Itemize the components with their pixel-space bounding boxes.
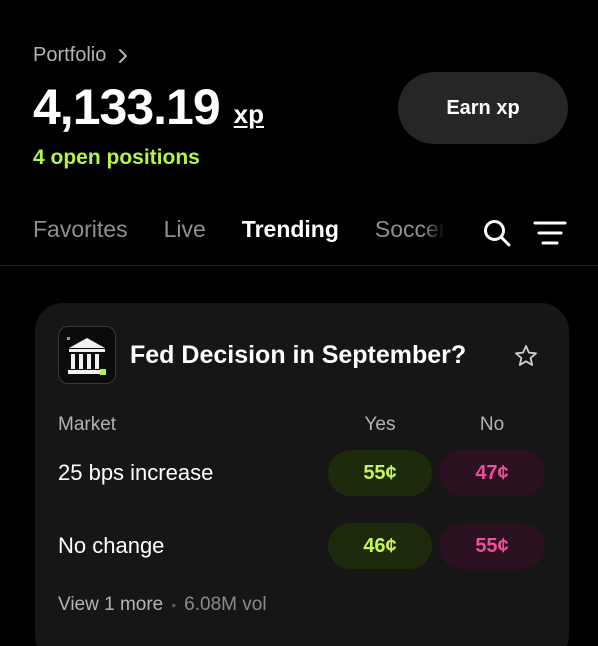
market-card[interactable]: Fed Decision in September? Market Yes No… xyxy=(35,303,569,646)
column-header-no: No xyxy=(479,414,505,435)
tab-soccer[interactable]: Soccer xyxy=(375,216,445,243)
search-button[interactable] xyxy=(482,218,512,253)
column-header-market: Market xyxy=(58,414,117,435)
tab-trending[interactable]: Trending xyxy=(242,216,339,243)
portfolio-link[interactable]: Portfolio xyxy=(33,44,128,67)
market-logo xyxy=(58,326,116,384)
chevron-right-icon xyxy=(119,48,128,63)
bank-icon xyxy=(67,337,106,375)
earn-xp-button[interactable]: Earn xp xyxy=(398,72,568,144)
balance-unit[interactable]: xp xyxy=(234,99,264,130)
search-icon xyxy=(484,220,511,247)
app-screen: Portfolio 4,133.19 xp 4 open positions E… xyxy=(0,0,598,646)
buy-yes-button[interactable]: 46¢ xyxy=(328,523,432,569)
buy-yes-button[interactable]: 55¢ xyxy=(328,450,432,496)
tab-live[interactable]: Live xyxy=(164,216,206,243)
category-tabs: Favorites Live Trending Soccer xyxy=(33,216,445,243)
portfolio-label: Portfolio xyxy=(33,44,107,66)
tabs-divider xyxy=(0,265,598,266)
market-title: Fed Decision in September? xyxy=(130,341,467,369)
buy-no-button[interactable]: 55¢ xyxy=(439,523,545,569)
favorite-button[interactable] xyxy=(514,344,538,373)
separator-dot: • xyxy=(171,597,177,613)
filter-menu-button[interactable] xyxy=(533,220,567,251)
view-more-link[interactable]: View 1 more xyxy=(58,594,163,616)
market-footer: View 1 more • 6.08M vol xyxy=(58,594,267,616)
tab-favorites[interactable]: Favorites xyxy=(33,216,128,243)
open-positions-link[interactable]: 4 open positions xyxy=(33,146,200,170)
outcome-label: 25 bps increase xyxy=(58,460,214,485)
buy-no-button[interactable]: 47¢ xyxy=(439,450,545,496)
volume-text: 6.08M vol xyxy=(184,594,267,615)
portfolio-balance: 4,133.19 xyxy=(33,79,221,135)
menu-icon xyxy=(533,221,567,245)
star-icon xyxy=(515,345,537,366)
column-header-yes: Yes xyxy=(364,414,396,435)
balance-row: 4,133.19 xp xyxy=(33,80,264,134)
outcome-label: No change xyxy=(58,533,165,558)
